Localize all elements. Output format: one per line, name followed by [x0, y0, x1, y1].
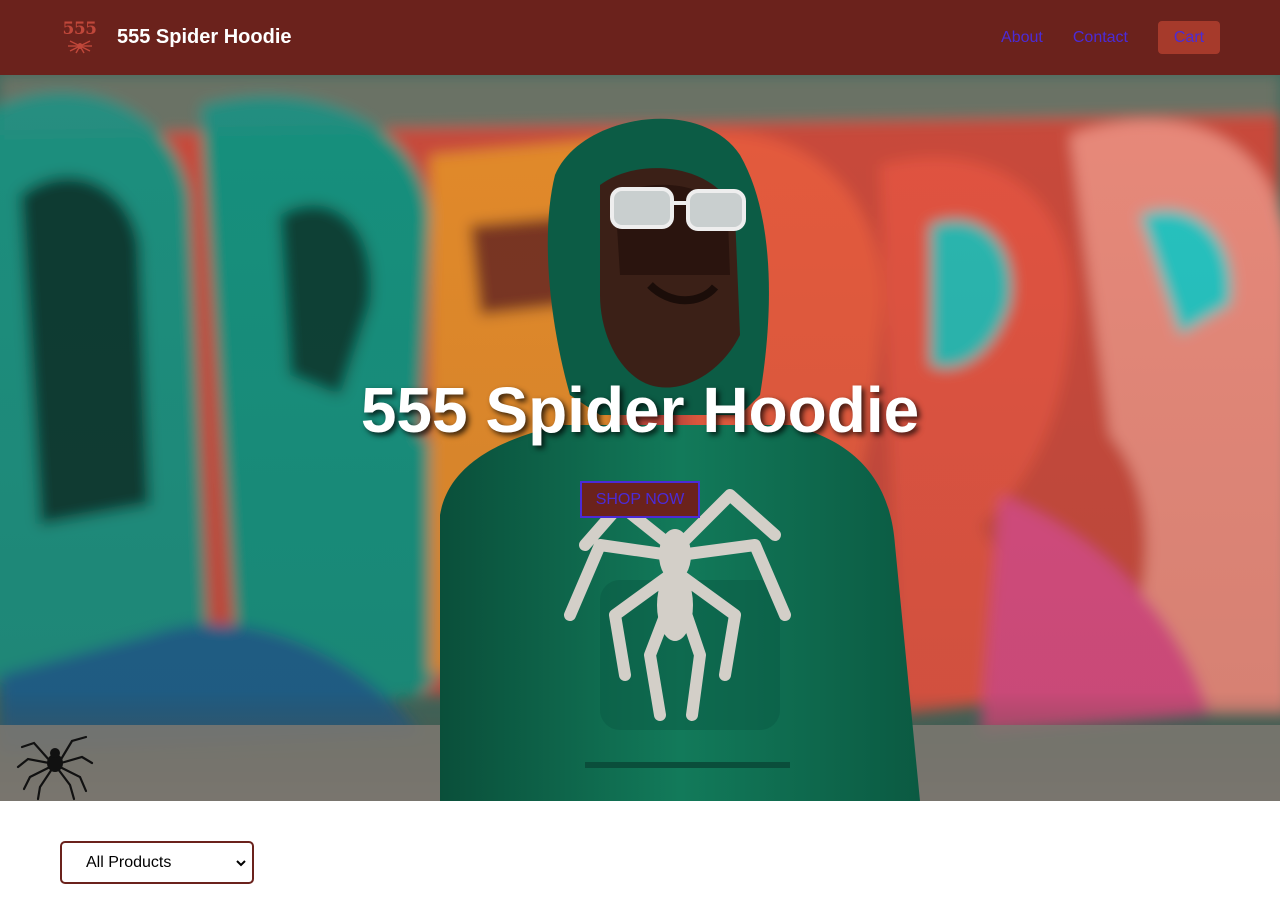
filter-selected-value: All Products [86, 853, 172, 871]
hero-banner: 555 Spider Hoodie SHOP NOW [0, 75, 1280, 801]
brand[interactable]: 555 555 Spider Hoodie [60, 15, 292, 60]
site-header: 555 555 Spider Hoodie About Contact Cart [0, 0, 1280, 75]
brand-name[interactable]: 555 Spider Hoodie [117, 26, 292, 49]
nav-about-link[interactable]: About [1001, 29, 1043, 47]
cart-button[interactable]: Cart [1158, 21, 1220, 54]
nav-contact-link[interactable]: Contact [1073, 29, 1128, 47]
chevron-down-icon [236, 859, 246, 866]
logo-text: 555 [62, 19, 98, 39]
main-nav: About Contact Cart [1001, 21, 1220, 54]
product-filter-select[interactable]: All Products [60, 841, 254, 884]
shop-now-button[interactable]: SHOP NOW [580, 481, 700, 518]
spider-logo-icon [67, 40, 92, 54]
hero-title: 555 Spider Hoodie [360, 374, 920, 446]
logo[interactable]: 555 [60, 15, 99, 60]
spider-icon [16, 735, 94, 801]
